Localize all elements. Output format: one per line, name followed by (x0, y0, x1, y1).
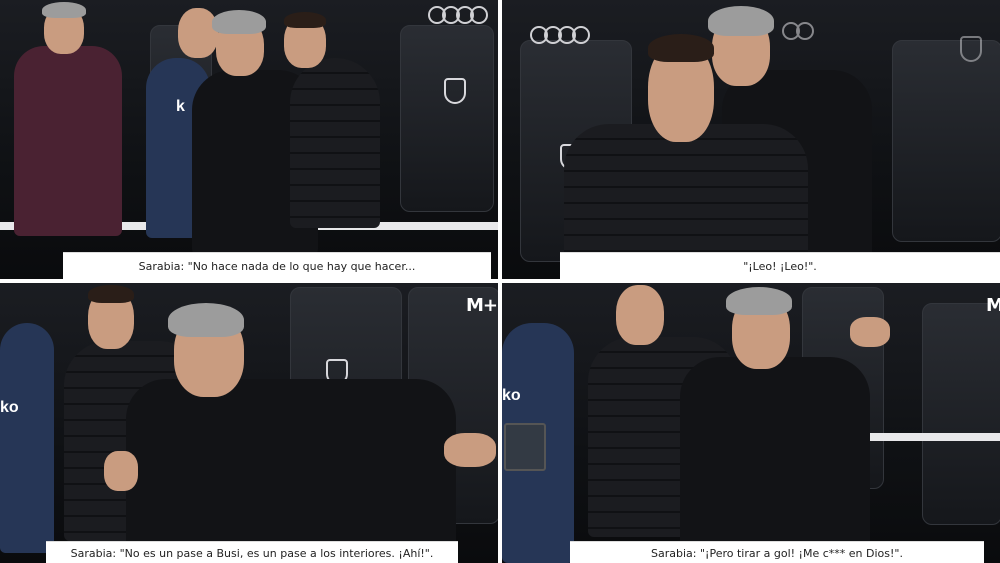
tablet (504, 423, 546, 471)
coach-hand (104, 451, 138, 491)
assistant-head (616, 285, 664, 345)
coach-hair (726, 287, 792, 315)
person-hair (42, 2, 86, 18)
stadium-seat (922, 303, 1000, 525)
broadcaster-logo: M (986, 295, 1000, 316)
sponsor-rings-icon (530, 26, 590, 44)
assistant-hand (850, 317, 890, 347)
jersey-sponsor-text: ko (502, 387, 521, 404)
assistant-hair (284, 12, 326, 28)
subtitle-caption: Sarabia: "¡Pero tirar a gol! ¡Me c*** en… (570, 541, 984, 563)
person-body (0, 323, 54, 553)
sponsor-rings-icon (782, 22, 814, 40)
subtitle-caption: Sarabia: "No hace nada de lo que hay que… (63, 252, 491, 279)
coach-hand (444, 433, 496, 467)
video-frame-3: M+ ko Sarabia: "No es un pase a Busi, es… (0, 283, 498, 563)
subtitle-caption: "¡Leo! ¡Leo!". (560, 252, 1000, 279)
coach-hair (168, 303, 244, 337)
assistant-hair (88, 285, 134, 303)
person-head (178, 8, 218, 58)
club-crest-icon (960, 36, 982, 62)
bench-rail (862, 433, 1000, 441)
coach-body (126, 379, 456, 559)
coach-hair (212, 10, 266, 34)
jersey-sponsor-text: k (176, 98, 185, 115)
stadium-seat (400, 25, 494, 212)
video-frame-2: "¡Leo! ¡Leo!". (502, 0, 1000, 279)
jersey-sponsor-text: ko (0, 399, 19, 416)
sponsor-rings-icon (428, 6, 488, 24)
video-frame-1: k Sarabia: "No hace nada de lo que hay q… (0, 0, 498, 279)
assistant-hair (648, 34, 714, 62)
coach-hair (708, 6, 774, 36)
person-body (14, 46, 122, 236)
stadium-seat (892, 40, 1000, 242)
subtitle-caption: Sarabia: "No es un pase a Busi, es un pa… (46, 541, 458, 563)
coach-body (680, 357, 870, 563)
video-frame-4: M ko Sarabia: "¡Pero tirar a gol! ¡Me c*… (502, 283, 1000, 563)
club-crest-icon (444, 78, 466, 104)
broadcaster-logo: M+ (466, 295, 498, 316)
assistant-body (290, 58, 380, 228)
